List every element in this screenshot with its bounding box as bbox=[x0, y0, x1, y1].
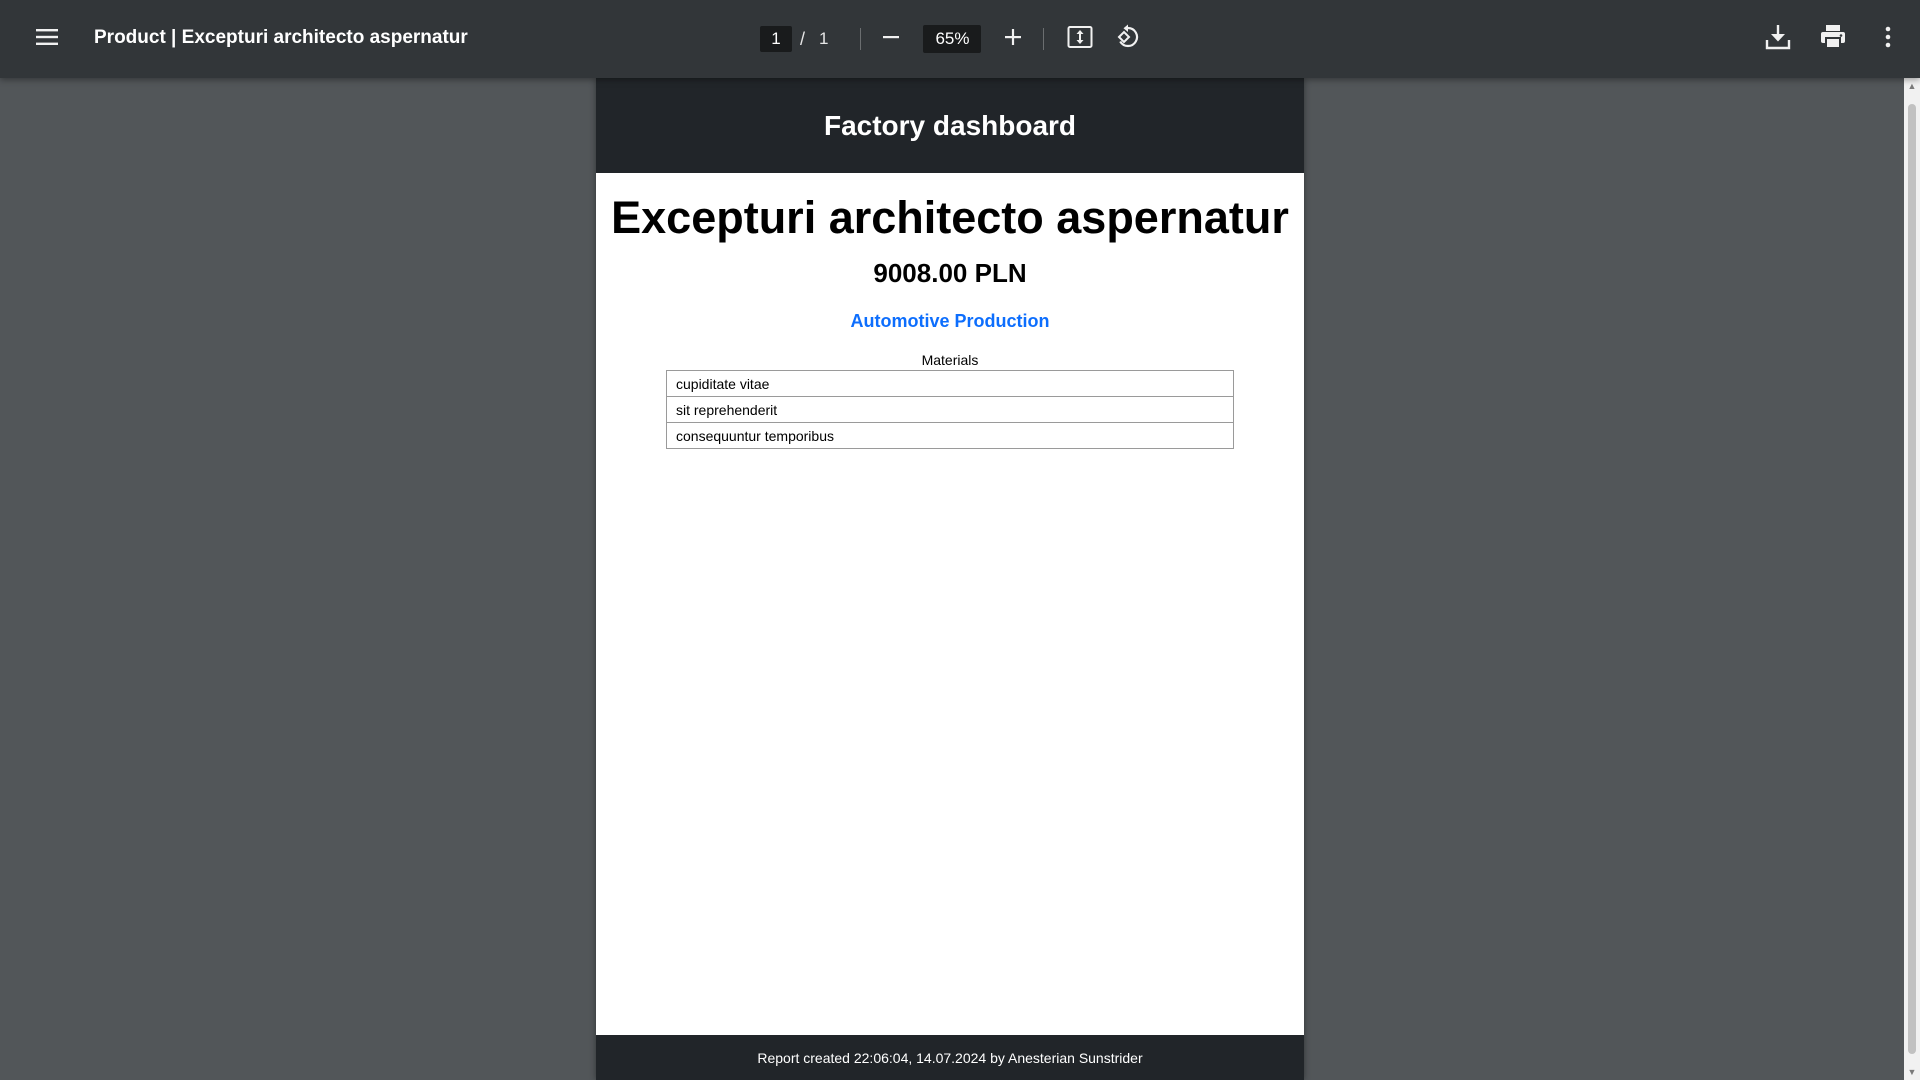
toolbar-actions bbox=[1743, 21, 1908, 57]
page-total: 1 bbox=[819, 29, 829, 48]
table-row: sit reprehenderit bbox=[666, 396, 1234, 423]
download-button[interactable] bbox=[1758, 21, 1798, 57]
print-icon bbox=[1819, 24, 1847, 55]
scroll-down-arrow-icon[interactable]: ▼ bbox=[1904, 1064, 1920, 1080]
material-cell: sit reprehenderit bbox=[666, 396, 1234, 423]
product-title: Excepturi architecto aspernatur bbox=[611, 192, 1289, 243]
more-options-button[interactable] bbox=[1868, 21, 1908, 57]
fit-to-page-icon bbox=[1067, 25, 1093, 54]
dashboard-title: Factory dashboard bbox=[823, 109, 1077, 141]
pdf-toolbar: Product | Excepturi architecto aspernatu… bbox=[0, 0, 1920, 78]
report-footer-text: Report created 22:06:04, 14.07.2024 by A… bbox=[757, 1049, 1143, 1066]
toolbar-divider bbox=[860, 28, 862, 50]
more-vertical-icon bbox=[1884, 25, 1892, 54]
scrollbar-thumb[interactable] bbox=[1908, 104, 1916, 1054]
fit-to-page-button[interactable] bbox=[1062, 21, 1098, 57]
materials-table: cupiditate vitae sit reprehenderit conse… bbox=[666, 370, 1234, 449]
product-price: 9008.00 PLN bbox=[873, 258, 1027, 288]
vertical-scrollbar[interactable]: ▲ ▼ bbox=[1904, 78, 1920, 1080]
table-row: cupiditate vitae bbox=[666, 370, 1234, 397]
material-cell: consequuntur temporibus bbox=[666, 422, 1234, 449]
menu-button[interactable] bbox=[28, 23, 66, 55]
document-title: Product | Excepturi architecto aspernatu… bbox=[94, 27, 468, 48]
minus-icon bbox=[881, 27, 901, 52]
hamburger-menu-icon bbox=[35, 27, 59, 52]
pdf-page: Factory dashboard Excepturi architecto a… bbox=[596, 78, 1304, 1080]
table-row: consequuntur temporibus bbox=[666, 422, 1234, 449]
rotate-icon bbox=[1115, 24, 1141, 55]
scroll-up-arrow-icon[interactable]: ▲ bbox=[1904, 78, 1920, 94]
page-header: Factory dashboard bbox=[596, 78, 1304, 173]
zoom-level-input[interactable]: 65% bbox=[923, 25, 982, 53]
materials-caption: Materials bbox=[921, 352, 979, 368]
download-icon bbox=[1764, 23, 1792, 56]
material-cell: cupiditate vitae bbox=[666, 370, 1234, 397]
rotate-button[interactable] bbox=[1110, 21, 1146, 57]
product-category-link[interactable]: Automotive Production bbox=[596, 311, 1304, 332]
plus-icon bbox=[1003, 27, 1023, 52]
zoom-out-button[interactable] bbox=[873, 21, 909, 57]
page-footer: Report created 22:06:04, 14.07.2024 by A… bbox=[596, 1035, 1304, 1080]
toolbar-divider bbox=[1043, 28, 1045, 50]
page-separator: / bbox=[800, 28, 806, 49]
print-button[interactable] bbox=[1813, 21, 1853, 57]
page-zoom-controls: 1 / 1 65% bbox=[760, 23, 1146, 55]
page-number-input[interactable]: 1 bbox=[760, 26, 792, 52]
zoom-in-button[interactable] bbox=[995, 21, 1031, 57]
